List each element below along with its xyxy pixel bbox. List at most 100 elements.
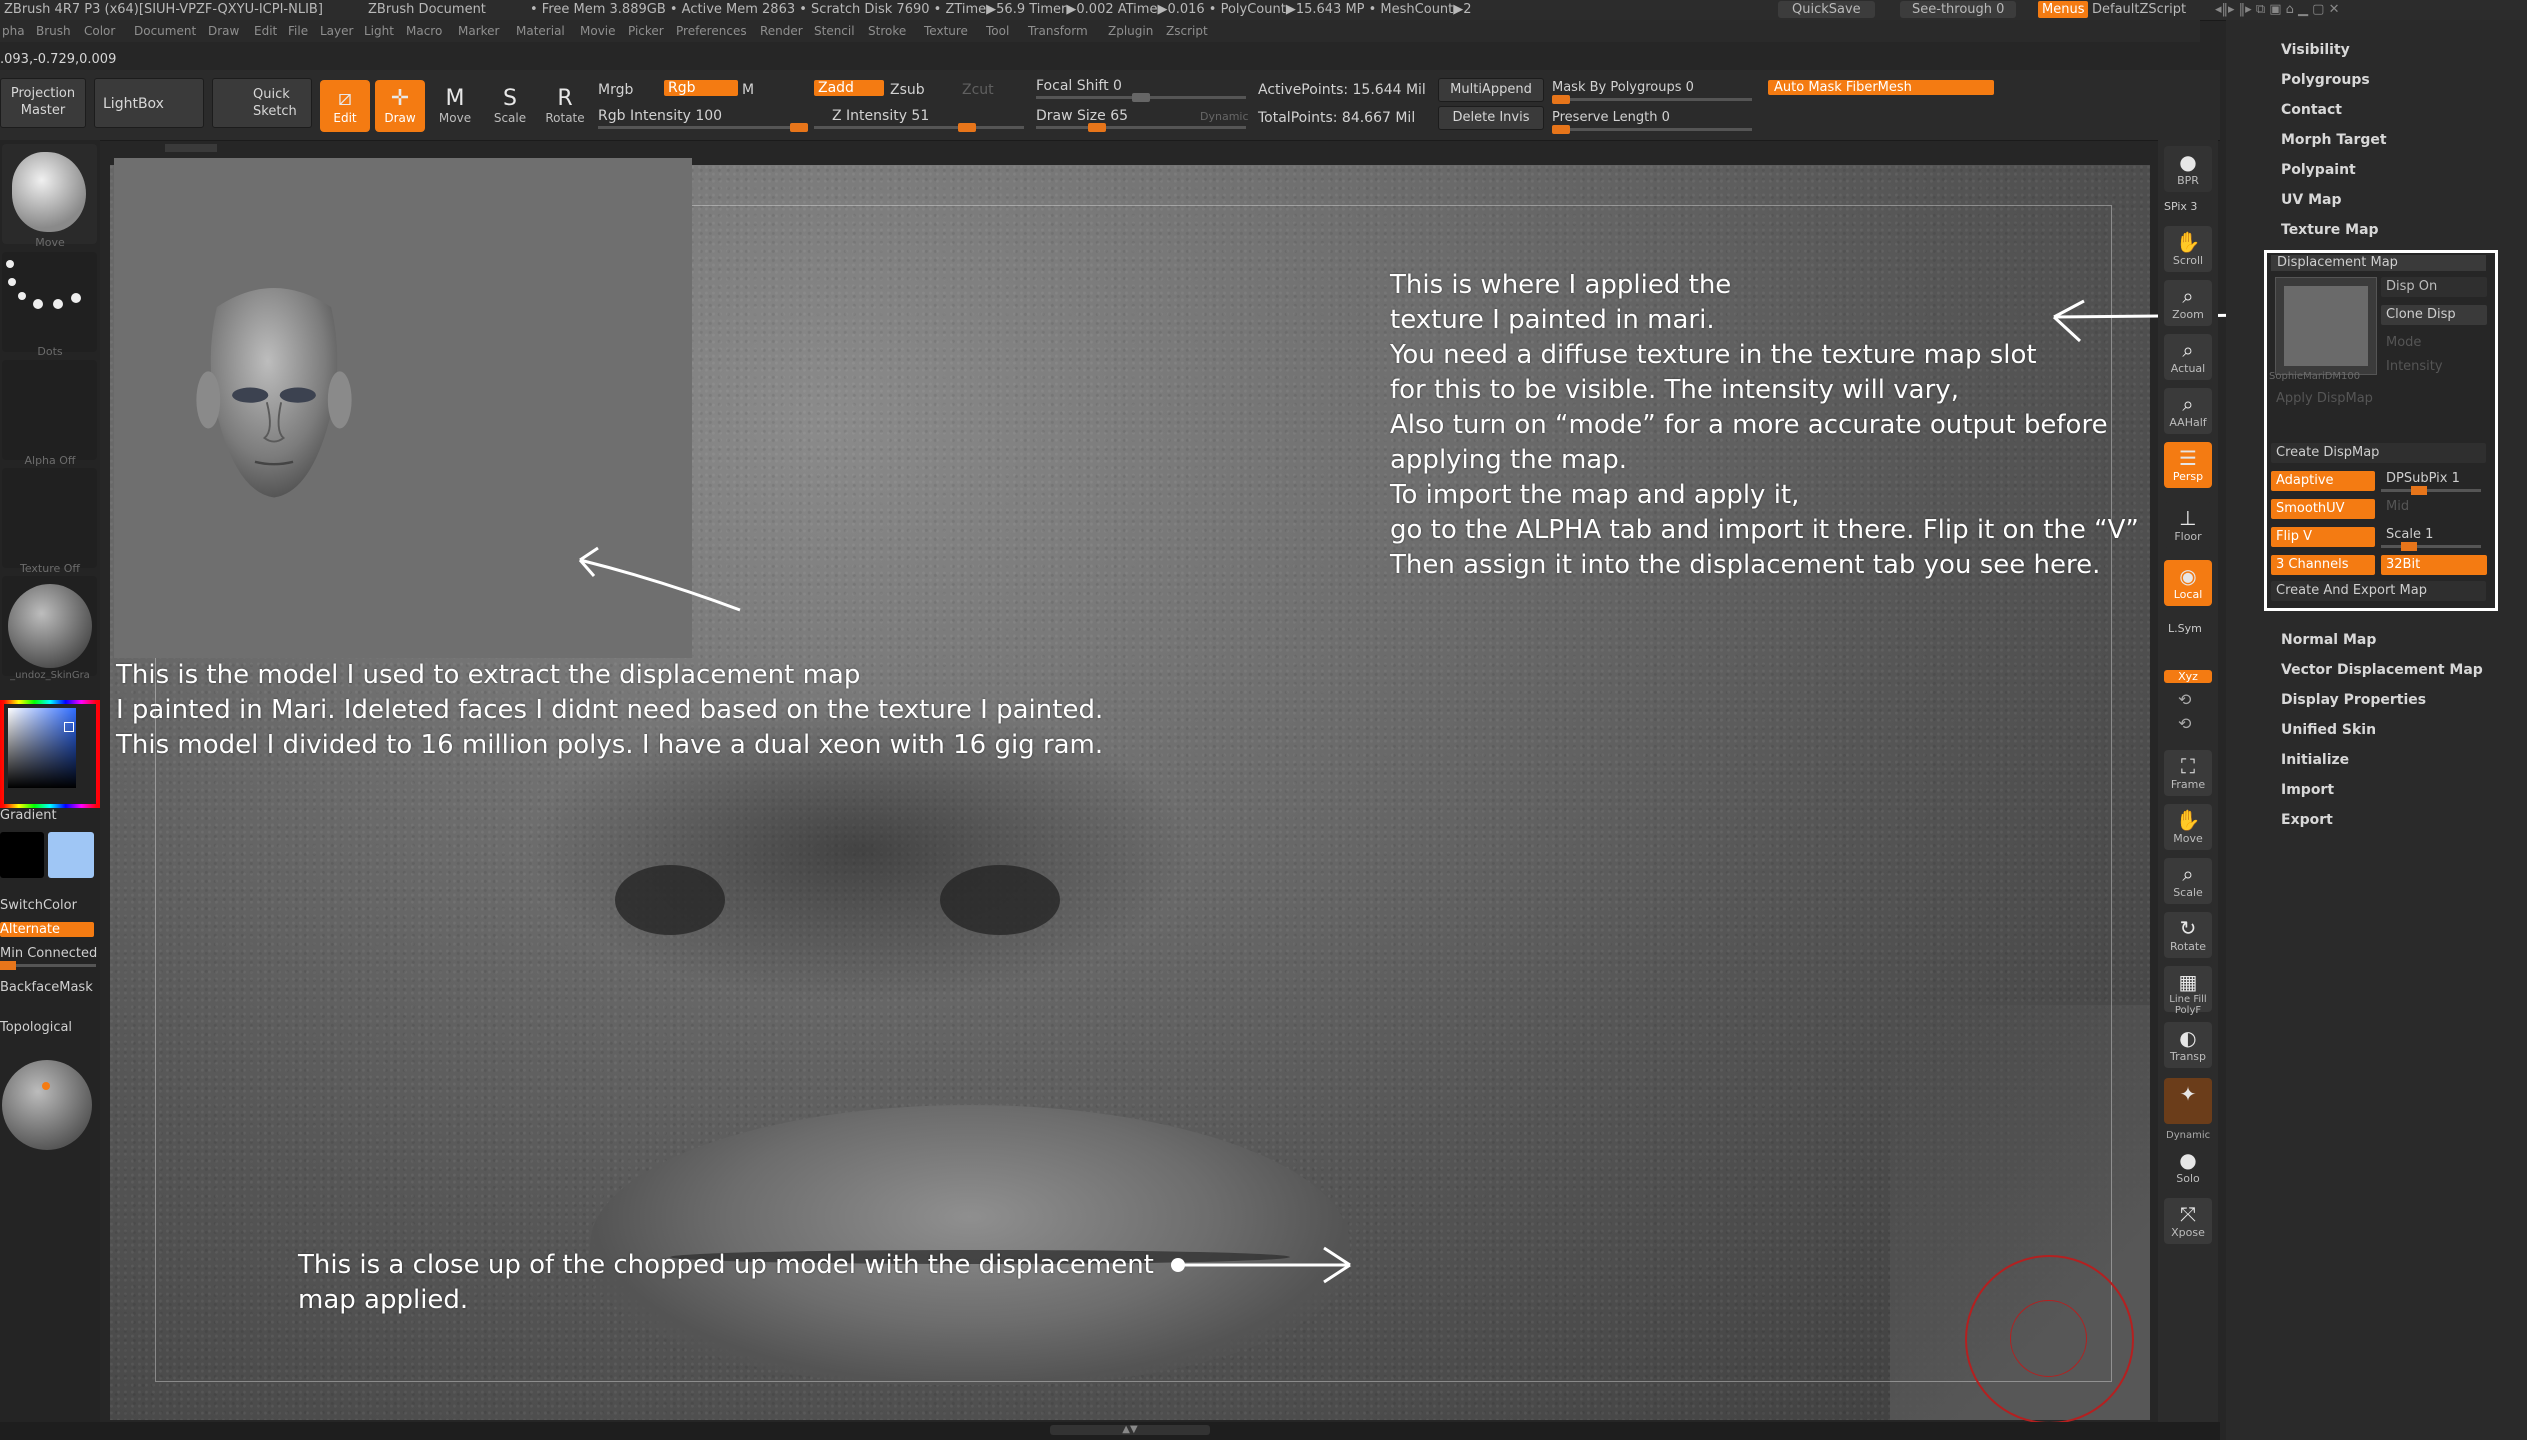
menu-render[interactable]: Render bbox=[760, 24, 803, 38]
xpose-button[interactable]: ⤧ Xpose bbox=[2164, 1198, 2212, 1244]
smoothuv-button[interactable]: SmoothUV bbox=[2271, 499, 2375, 519]
ghost-button[interactable]: ✦ bbox=[2164, 1078, 2212, 1124]
import-subpalette[interactable]: Import bbox=[2281, 782, 2334, 798]
edit-button[interactable]: ⧄ Edit bbox=[320, 80, 370, 132]
lsym-button[interactable]: L.Sym bbox=[2168, 622, 2202, 635]
brush-thumbnail[interactable] bbox=[2, 144, 97, 244]
scroll-button[interactable]: ✋ Scroll bbox=[2164, 226, 2212, 272]
color-picker-square[interactable] bbox=[8, 708, 76, 788]
mask-by-polygroups-track[interactable] bbox=[1552, 95, 1752, 104]
z-intensity-track[interactable] bbox=[814, 123, 1024, 132]
intensity-slider[interactable]: Intensity bbox=[2381, 357, 2487, 377]
stroke-thumbnail[interactable] bbox=[2, 252, 97, 352]
menu-color[interactable]: Color bbox=[84, 24, 115, 38]
create-and-export-map-button[interactable]: Create And Export Map bbox=[2271, 581, 2486, 601]
menu-zplugin[interactable]: Zplugin bbox=[1108, 24, 1153, 38]
apply-dispmap-button[interactable]: Apply DispMap bbox=[2271, 389, 2486, 409]
polyf-button[interactable]: ▦ Line Fill PolyF bbox=[2164, 966, 2212, 1016]
scale-view-button[interactable]: ⌕ Scale bbox=[2164, 858, 2212, 904]
mode-button[interactable]: Mode bbox=[2381, 333, 2487, 353]
light-sphere[interactable] bbox=[2, 1060, 92, 1150]
bottom-tray-toggle[interactable]: ▲▼ bbox=[1050, 1425, 1210, 1435]
menu-texture[interactable]: Texture bbox=[924, 24, 968, 38]
export-subpalette[interactable]: Export bbox=[2281, 812, 2333, 828]
see-through-slider[interactable]: See-through 0 bbox=[1900, 1, 2017, 18]
lightbox-button[interactable]: LightBox bbox=[94, 78, 204, 128]
z-intensity-slider[interactable]: Z Intensity 51 bbox=[832, 108, 929, 124]
persp-button[interactable]: ☰ Persp bbox=[2164, 442, 2212, 488]
mid-slider[interactable]: Mid bbox=[2381, 497, 2487, 517]
multiappend-button[interactable]: MultiAppend bbox=[1438, 78, 1544, 102]
rgb-button[interactable]: Rgb bbox=[664, 80, 738, 96]
menu-edit[interactable]: Edit bbox=[254, 24, 277, 38]
focal-shift-track[interactable] bbox=[1036, 93, 1246, 102]
preserve-length-track[interactable] bbox=[1552, 125, 1752, 134]
layout-icons[interactable]: ◂‖▸ ‖▸ ⧉ ▣ ⌂ ▁ ▢ ✕ bbox=[2215, 2, 2340, 17]
menu-marker[interactable]: Marker bbox=[458, 24, 499, 38]
backface-mask-button[interactable]: BackfaceMask bbox=[0, 980, 93, 995]
disp-on-button[interactable]: Disp On bbox=[2381, 277, 2487, 297]
frame-button[interactable]: ⛶ Frame bbox=[2164, 750, 2212, 796]
menu-movie[interactable]: Movie bbox=[580, 24, 616, 38]
adaptive-button[interactable]: Adaptive bbox=[2271, 471, 2375, 491]
projection-master-button[interactable]: Projection Master bbox=[0, 78, 86, 128]
visibility-subpalette[interactable]: Visibility bbox=[2281, 42, 2350, 58]
normal-map-subpalette[interactable]: Normal Map bbox=[2281, 632, 2376, 648]
uv-map-subpalette[interactable]: UV Map bbox=[2281, 192, 2341, 208]
menu-preferences[interactable]: Preferences bbox=[676, 24, 747, 38]
mrgb-button[interactable]: Mrgb bbox=[598, 82, 633, 98]
aahalf-button[interactable]: ⌕ AAHalf bbox=[2164, 388, 2212, 434]
zcut-button[interactable]: Zcut bbox=[962, 82, 994, 98]
color-picker-cursor[interactable] bbox=[64, 722, 74, 732]
actual-button[interactable]: ⌕ Actual bbox=[2164, 334, 2212, 380]
min-connected-slider[interactable]: Min Connected bbox=[0, 946, 97, 961]
rotate-button[interactable]: R Rotate bbox=[540, 80, 590, 132]
secondary-color-swatch[interactable] bbox=[48, 832, 94, 878]
menu-document[interactable]: Document bbox=[134, 24, 196, 38]
top-tray-handle[interactable] bbox=[165, 144, 217, 152]
dynamic-toggle[interactable]: Dynamic bbox=[1200, 110, 1249, 123]
vector-displacement-map-subpalette[interactable]: Vector Displacement Map bbox=[2281, 662, 2483, 678]
polypaint-subpalette[interactable]: Polypaint bbox=[2281, 162, 2356, 178]
bit-depth-button[interactable]: 32Bit bbox=[2381, 555, 2487, 575]
menu-picker[interactable]: Picker bbox=[628, 24, 664, 38]
menu-transform[interactable]: Transform bbox=[1028, 24, 1088, 38]
flip-v-button[interactable]: Flip V bbox=[2271, 527, 2375, 547]
initialize-subpalette[interactable]: Initialize bbox=[2281, 752, 2349, 768]
morph-target-subpalette[interactable]: Morph Target bbox=[2281, 132, 2387, 148]
menu-macro[interactable]: Macro bbox=[406, 24, 442, 38]
dpsubpix-slider[interactable]: DPSubPix 1 bbox=[2381, 469, 2487, 489]
channels-button[interactable]: 3 Channels bbox=[2271, 555, 2375, 575]
polygroups-subpalette[interactable]: Polygroups bbox=[2281, 72, 2370, 88]
scale-track[interactable] bbox=[2381, 542, 2481, 551]
rotate-axis2-icon[interactable]: ⟲ bbox=[2178, 714, 2191, 733]
m-button[interactable]: M bbox=[742, 82, 754, 98]
scale-button[interactable]: S Scale bbox=[485, 80, 535, 132]
displacement-map-thumbnail[interactable] bbox=[2275, 277, 2377, 375]
topological-button[interactable]: Topological bbox=[0, 1020, 72, 1035]
menu-file[interactable]: File bbox=[288, 24, 308, 38]
menu-brush[interactable]: Brush bbox=[36, 24, 71, 38]
move-button[interactable]: M Move bbox=[430, 80, 480, 132]
material-thumbnail[interactable] bbox=[2, 576, 97, 676]
draw-size-track[interactable] bbox=[1036, 123, 1246, 132]
light-position-dot[interactable] bbox=[42, 1082, 50, 1090]
gradient-toggle[interactable]: Gradient bbox=[0, 808, 57, 823]
create-dispmap-button[interactable]: Create DispMap bbox=[2271, 443, 2486, 463]
displacement-map-title[interactable]: Displacement Map bbox=[2271, 255, 2486, 271]
draw-size-slider[interactable]: Draw Size 65 bbox=[1036, 108, 1128, 124]
alternate-button[interactable]: Alternate bbox=[0, 922, 94, 937]
menu-draw[interactable]: Draw bbox=[208, 24, 239, 38]
spix-slider[interactable]: SPix 3 bbox=[2164, 200, 2197, 213]
rotate-axis-icon[interactable]: ⟲ bbox=[2178, 690, 2191, 709]
texture-thumbnail[interactable] bbox=[2, 468, 97, 568]
mask-by-polygroups-slider[interactable]: Mask By Polygroups 0 bbox=[1552, 80, 1694, 95]
rgb-intensity-track[interactable] bbox=[598, 123, 808, 132]
zoom-button[interactable]: ⌕ Zoom bbox=[2164, 280, 2212, 326]
menu-layer[interactable]: Layer bbox=[320, 24, 353, 38]
alpha-thumbnail[interactable] bbox=[2, 360, 97, 460]
contact-subpalette[interactable]: Contact bbox=[2281, 102, 2342, 118]
floor-button[interactable]: ⊥ Floor bbox=[2164, 502, 2212, 548]
menu-stencil[interactable]: Stencil bbox=[814, 24, 855, 38]
scale-slider[interactable]: Scale 1 bbox=[2381, 525, 2487, 545]
